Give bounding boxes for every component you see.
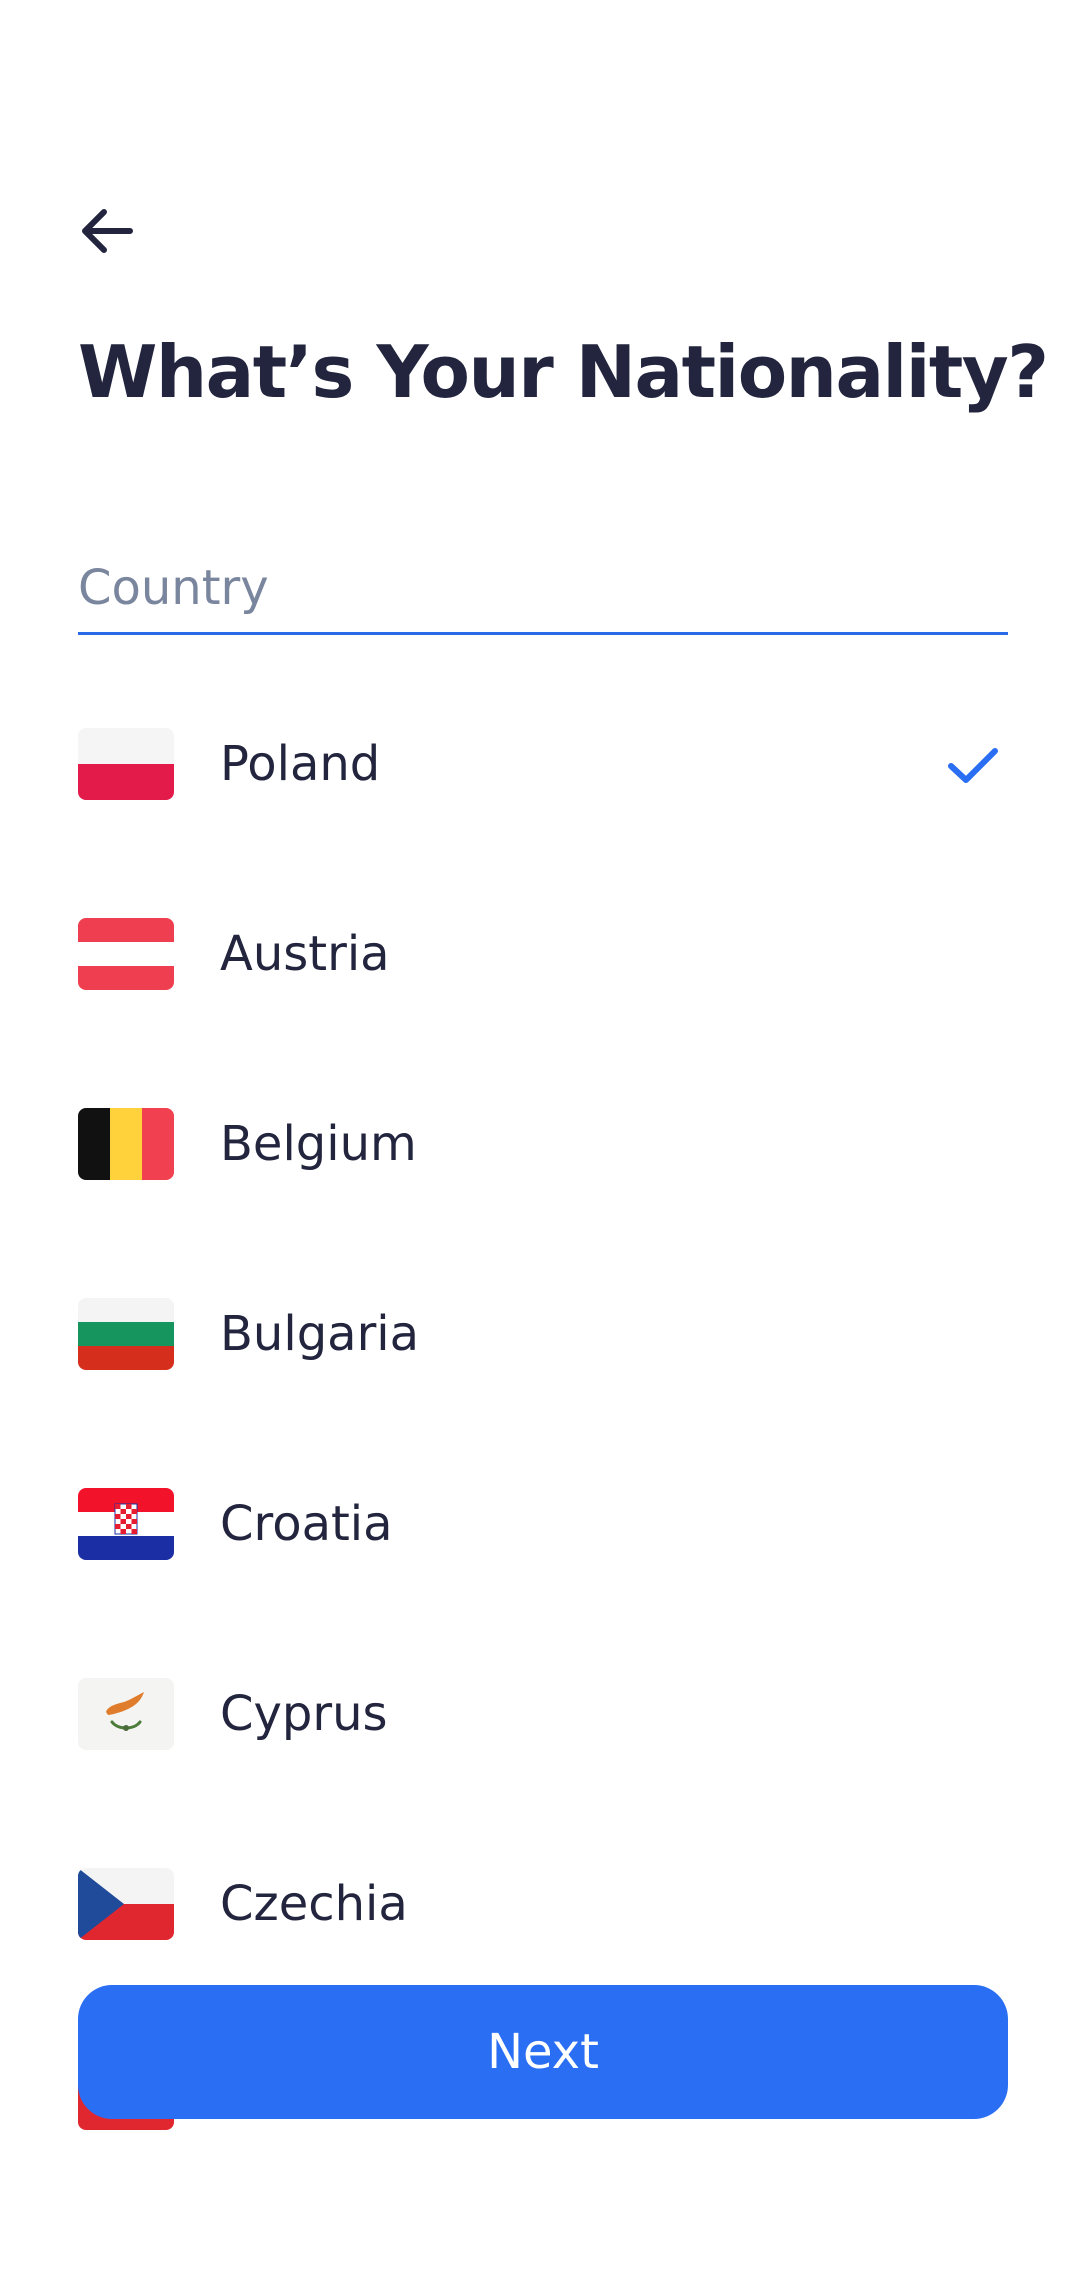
arrow-left-icon [82,209,133,253]
country-name: Cyprus [220,1686,388,1742]
country-search-input[interactable] [78,550,1008,626]
checkmark-icon [948,748,998,783]
country-list[interactable]: Poland Austria Belgium Bulgaria Croatia … [78,690,1008,2130]
poland-flag-icon [78,728,174,800]
back-button[interactable] [78,202,136,260]
country-search-field [78,550,1008,635]
country-name: Austria [220,926,390,982]
country-name: Czechia [220,1876,408,1932]
austria-flag-icon [78,918,174,990]
country-item-austria[interactable]: Austria [78,880,1008,1030]
country-item-poland[interactable]: Poland [78,690,1008,840]
bulgaria-flag-icon [78,1298,174,1370]
country-item-bulgaria[interactable]: Bulgaria [78,1260,1008,1410]
country-name: Croatia [220,1496,393,1552]
country-item-croatia[interactable]: Croatia [78,1450,1008,1600]
croatia-flag-icon [78,1488,174,1560]
country-item-cyprus[interactable]: Cyprus [78,1640,1008,1790]
czechia-flag-icon [78,1868,174,1940]
country-item-czechia[interactable]: Czechia [78,1830,1008,1980]
cyprus-flag-icon [78,1678,174,1750]
country-name: Poland [220,736,381,792]
country-item-belgium[interactable]: Belgium [78,1070,1008,1220]
country-name: Bulgaria [220,1306,420,1362]
next-button[interactable]: Next [78,1985,1008,2119]
page-title: What’s Your Nationality? [78,330,1049,414]
belgium-flag-icon [78,1108,174,1180]
country-name: Belgium [220,1116,417,1172]
